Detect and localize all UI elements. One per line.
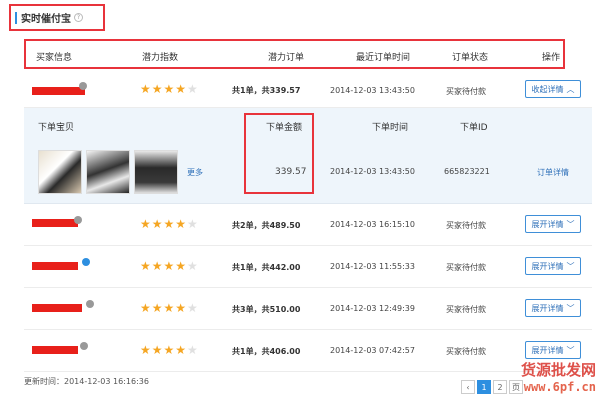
button-label: 展开详情 (531, 261, 564, 271)
panel-title-box: 实时催付宝 ? (9, 4, 105, 31)
order-time: 2014-12-03 11:55:33 (330, 262, 415, 271)
more-link[interactable]: 更多 (187, 167, 203, 178)
potential-stars: ★★★★★ (140, 343, 199, 357)
potential-order: 共3单，共510.00 (232, 305, 301, 314)
table-row: ★★★★★ 共1单，共339.57 2014-12-03 13:43:50 买家… (24, 70, 592, 108)
page-1-button[interactable]: 1 (477, 380, 491, 394)
amount-highlight-box (244, 113, 314, 194)
watermark-title: 货源批发网 (520, 361, 596, 379)
col-action: 操作 (542, 53, 561, 63)
site-watermark: 货源批发网 www.6pf.cn (521, 359, 596, 394)
potential-order: 共1单，共339.57 (232, 86, 301, 95)
potential-order: 共1单，共406.00 (232, 347, 301, 356)
expand-detail-button[interactable]: 展开详情 ﹀ (525, 299, 581, 317)
potential-stars: ★★★★★ (140, 217, 199, 231)
order-status: 买家待付款 (446, 305, 486, 314)
detail-col-item: 下单宝贝 (38, 123, 75, 133)
order-time: 2014-12-03 12:49:39 (330, 304, 415, 313)
order-time: 2014-12-03 16:15:10 (330, 220, 415, 229)
button-label: 收起详情 (531, 84, 564, 94)
expand-detail-button[interactable]: 展开详情 ﹀ (525, 257, 581, 275)
potential-stars: ★★★★★ (140, 82, 199, 96)
detail-col-time: 下单时间 (372, 123, 409, 133)
chevron-down-icon: ﹀ (566, 303, 575, 313)
prev-page-button[interactable]: ‹ (461, 380, 475, 394)
buyer-avatar-icon (82, 258, 90, 266)
pagination: ‹ 1 2 页 (461, 380, 523, 394)
table-row: ★★★★★ 共2单，共489.50 2014-12-03 16:15:10 买家… (24, 204, 592, 246)
order-status: 买家待付款 (446, 87, 486, 96)
table-row: ★★★★★ 共1单，共442.00 2014-12-03 11:55:33 买家… (24, 246, 592, 288)
buyer-name-redacted (32, 304, 82, 312)
chevron-up-icon: ︿ (566, 84, 575, 94)
detail-col-order-id: 下单ID (460, 123, 488, 133)
table-row: ★★★★★ 共1单，共406.00 2014-12-03 07:42:57 买家… (24, 330, 592, 372)
button-label: 展开详情 (531, 345, 564, 355)
product-thumbnail[interactable] (86, 150, 130, 194)
watermark-url: www.6pf.cn (523, 380, 596, 394)
buyer-avatar-icon (86, 300, 94, 308)
chevron-down-icon: ﹀ (566, 345, 575, 355)
potential-order: 共2单，共489.50 (232, 221, 301, 230)
chevron-down-icon: ﹀ (566, 261, 575, 271)
col-last-order-time: 最近订单时间 (356, 53, 411, 63)
expand-detail-button[interactable]: 展开详情 ﹀ (525, 215, 581, 233)
order-time: 2014-12-03 07:42:57 (330, 346, 415, 355)
product-thumbnail[interactable] (38, 150, 82, 194)
buyer-name-redacted (32, 87, 85, 95)
table-header: 买家信息 潜力指数 潜力订单 最近订单时间 订单状态 操作 (24, 39, 565, 69)
col-order-status: 订单状态 (452, 53, 489, 63)
potential-stars: ★★★★★ (140, 301, 199, 315)
title-accent-bar (15, 11, 17, 24)
button-label: 展开详情 (531, 303, 564, 313)
buyer-name-redacted (32, 346, 78, 354)
buyer-name-redacted (32, 219, 78, 227)
buyer-name-redacted (32, 262, 78, 270)
buyer-avatar-icon (74, 216, 82, 224)
order-status: 买家待付款 (446, 347, 486, 356)
button-label: 展开详情 (531, 219, 564, 229)
panel-title: 实时催付宝 (21, 14, 71, 25)
table-row: ★★★★★ 共3单，共510.00 2014-12-03 12:49:39 买家… (24, 288, 592, 330)
collapse-detail-button[interactable]: 收起详情 ︿ (525, 80, 581, 98)
potential-stars: ★★★★★ (140, 259, 199, 273)
help-icon[interactable]: ? (74, 13, 83, 22)
expand-detail-button[interactable]: 展开详情 ﹀ (525, 341, 581, 359)
order-status: 买家待付款 (446, 221, 486, 230)
page-2-button[interactable]: 2 (493, 380, 507, 394)
detail-time: 2014-12-03 13:43:50 (330, 167, 415, 176)
col-potential-order: 潜力订单 (268, 53, 305, 63)
col-buyer: 买家信息 (36, 53, 73, 63)
buyer-avatar-icon (80, 342, 88, 350)
product-thumbnail[interactable] (134, 150, 178, 194)
order-status: 买家待付款 (446, 263, 486, 272)
buyer-avatar-icon (79, 82, 87, 90)
update-time: 更新时间：2014-12-03 16:16:36 (24, 377, 149, 386)
chevron-down-icon: ﹀ (566, 219, 575, 229)
order-detail-link[interactable]: 订单详情 (537, 167, 569, 178)
detail-order-id: 665823221 (444, 167, 490, 176)
potential-order: 共1单，共442.00 (232, 263, 301, 272)
order-time: 2014-12-03 13:43:50 (330, 86, 415, 95)
col-potential-index: 潜力指数 (142, 53, 179, 63)
